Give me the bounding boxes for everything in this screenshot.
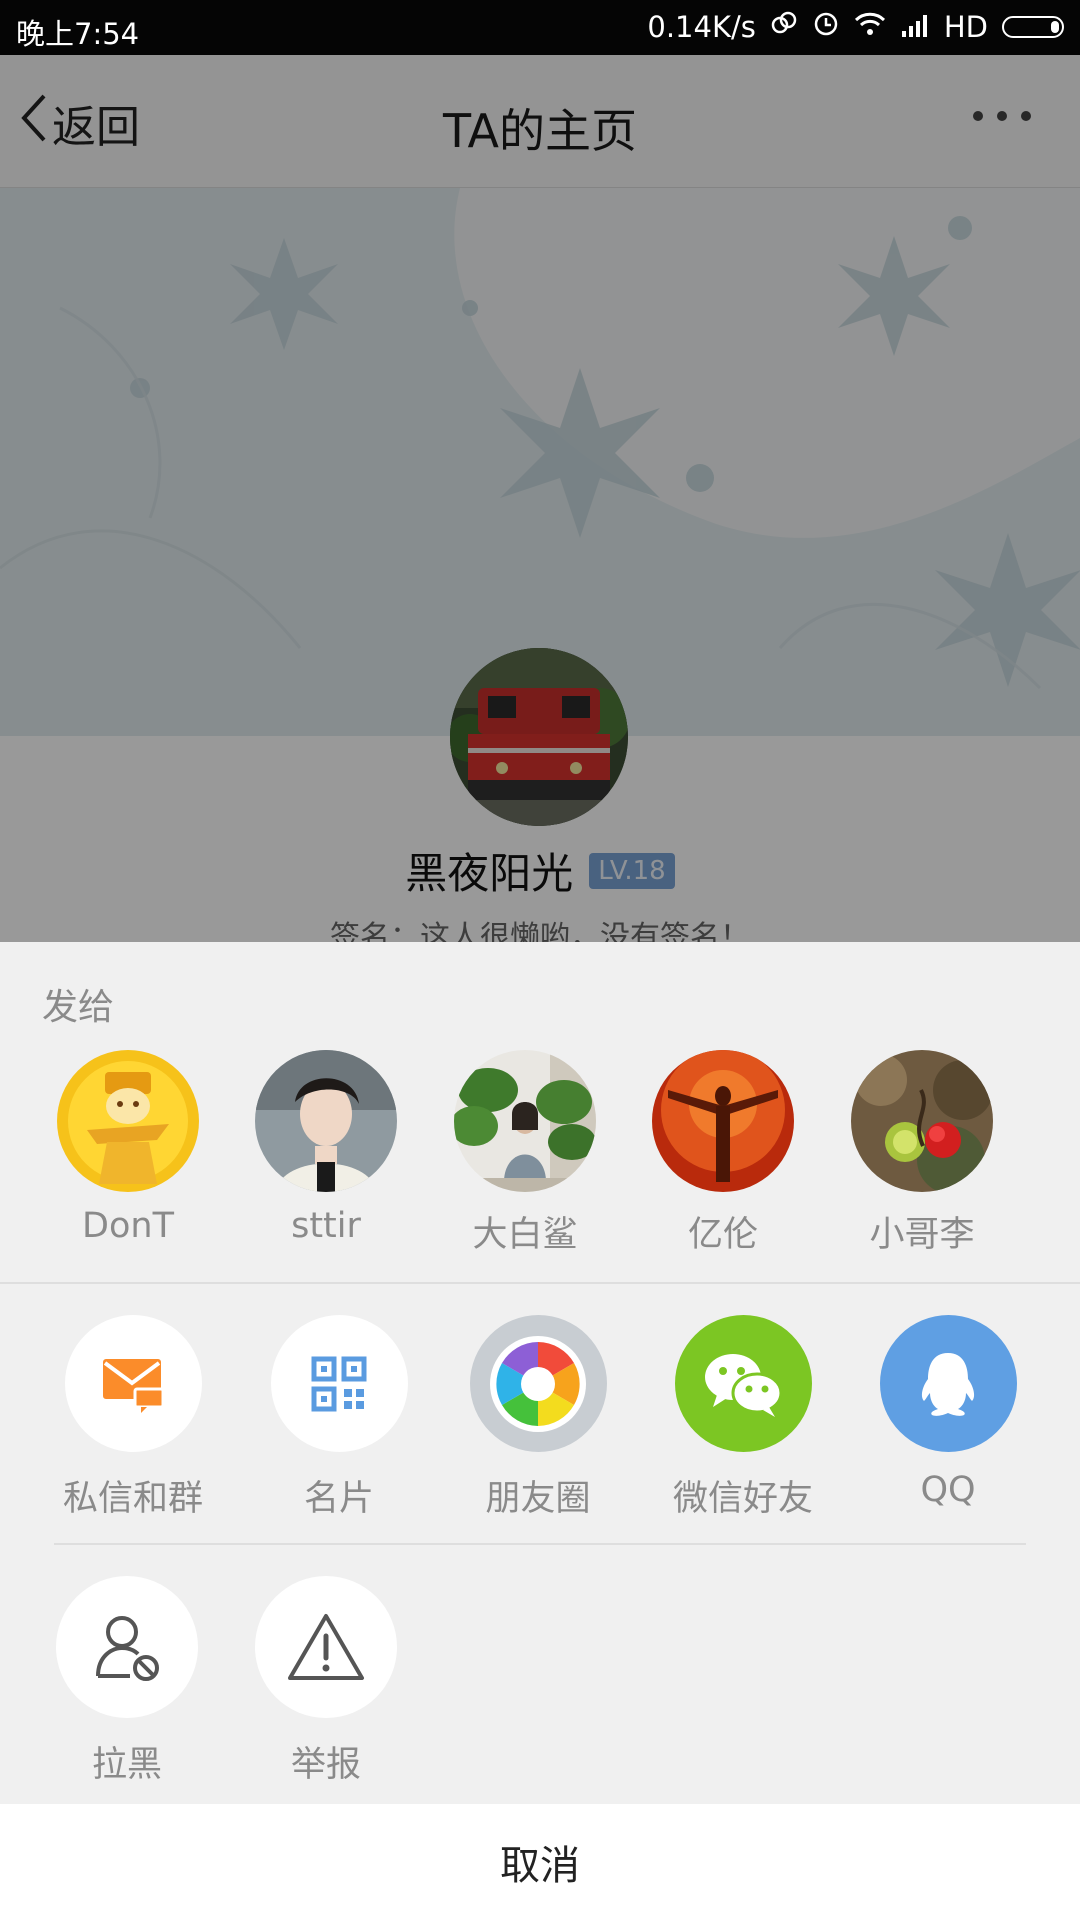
contact-avatar bbox=[57, 1050, 199, 1192]
contact-name: 大白鲨 bbox=[472, 1215, 578, 1255]
contact-avatar bbox=[652, 1050, 794, 1192]
share-moments-button[interactable]: 朋友圈 bbox=[443, 1315, 633, 1521]
block-user-icon bbox=[56, 1576, 198, 1718]
alarm-icon bbox=[812, 9, 840, 44]
share-wechat-friend-button[interactable]: 微信好友 bbox=[648, 1315, 838, 1521]
share-action-label: 微信好友 bbox=[672, 1479, 813, 1519]
block-user-button[interactable]: 拉黑 bbox=[32, 1576, 222, 1787]
contact-name: 小哥李 bbox=[869, 1215, 975, 1255]
contact-avatar bbox=[454, 1050, 596, 1192]
contact-avatar bbox=[851, 1050, 993, 1192]
share-private-message-button[interactable]: 私信和群 bbox=[38, 1315, 228, 1521]
contact-item[interactable]: DonT bbox=[48, 1050, 208, 1246]
section-divider bbox=[54, 1543, 1026, 1545]
cancel-button[interactable]: 取消 bbox=[0, 1804, 1080, 1920]
signal-icon bbox=[900, 10, 930, 44]
report-button[interactable]: 举报 bbox=[231, 1576, 421, 1787]
status-bar: 晚上7:54 0.14K/s HD bbox=[0, 0, 1080, 55]
link-icon bbox=[770, 9, 798, 44]
contact-item[interactable]: 小哥李 bbox=[842, 1050, 1002, 1257]
share-action-label: 私信和群 bbox=[62, 1479, 203, 1519]
network-type: HD bbox=[943, 9, 988, 44]
contact-name: DonT bbox=[82, 1206, 174, 1246]
qq-icon bbox=[879, 1315, 1017, 1452]
contact-item[interactable]: 亿伦 bbox=[643, 1050, 803, 1257]
share-qq-button[interactable]: QQ bbox=[853, 1315, 1043, 1510]
contact-name: sttir bbox=[291, 1206, 361, 1246]
contact-avatar bbox=[255, 1050, 397, 1192]
moments-icon bbox=[469, 1315, 607, 1452]
contact-item[interactable]: 大白鲨 bbox=[445, 1050, 605, 1257]
message-icon bbox=[64, 1315, 202, 1452]
more-action-label: 举报 bbox=[290, 1745, 361, 1785]
more-action-label: 拉黑 bbox=[91, 1745, 162, 1785]
contact-item[interactable]: sttir bbox=[246, 1050, 406, 1246]
status-time: 晚上7:54 bbox=[16, 17, 140, 51]
section-divider bbox=[0, 1282, 1080, 1284]
battery-icon bbox=[1002, 15, 1064, 38]
send-to-label: 发给 bbox=[42, 987, 115, 1028]
qr-code-icon bbox=[270, 1315, 408, 1452]
net-speed: 0.14K/s bbox=[647, 9, 756, 44]
share-action-label: 朋友圈 bbox=[485, 1479, 591, 1519]
share-action-label: QQ bbox=[920, 1470, 976, 1510]
modal-backdrop[interactable] bbox=[0, 55, 1080, 942]
report-icon bbox=[255, 1576, 397, 1718]
wifi-icon bbox=[854, 10, 886, 44]
share-action-label: 名片 bbox=[303, 1479, 374, 1519]
share-sheet: 发给 DonT sttir 大白鲨 亿伦 小哥李 私信和群 名片 朋友圈 微信好… bbox=[0, 942, 1080, 1804]
contact-name: 亿伦 bbox=[687, 1215, 758, 1255]
share-card-button[interactable]: 名片 bbox=[244, 1315, 434, 1521]
wechat-icon bbox=[674, 1315, 812, 1452]
